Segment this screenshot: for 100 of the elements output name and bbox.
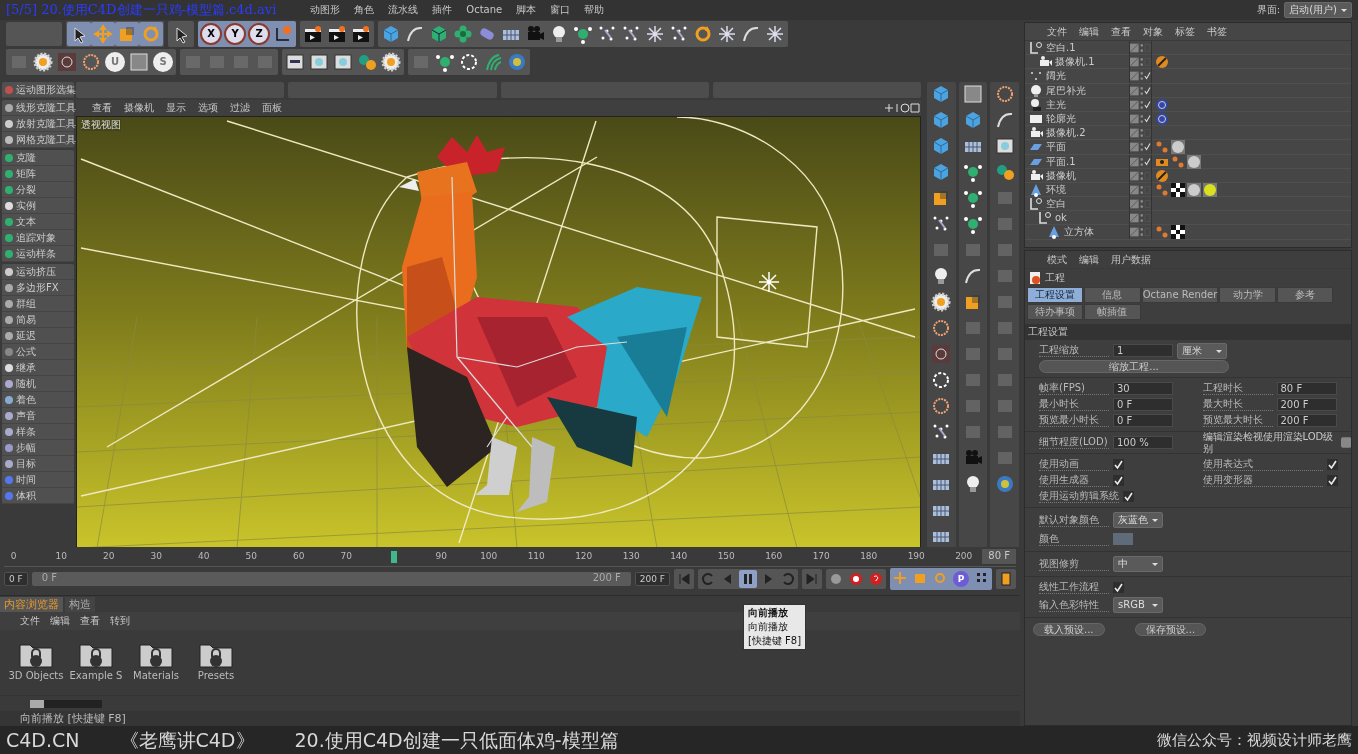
palette-tool[interactable]: 多边形FX xyxy=(2,280,74,296)
pause-icon[interactable] xyxy=(739,570,757,588)
number-field[interactable]: 30 xyxy=(1113,382,1173,395)
visibility-dots-icon[interactable] xyxy=(1139,85,1144,96)
object-row[interactable]: 主光 xyxy=(1025,97,1129,112)
autokey-icon[interactable] xyxy=(867,570,885,588)
object-row[interactable]: 立方体 xyxy=(1025,225,1129,240)
visibility-dots-icon[interactable] xyxy=(1139,227,1144,238)
axis-lock-button[interactable]: X xyxy=(200,23,222,45)
palette-tool[interactable]: 着色 xyxy=(2,392,74,408)
visibility-dots-icon[interactable] xyxy=(1139,142,1144,153)
library-folder[interactable]: Example S xyxy=(68,640,124,685)
unit-dropdown[interactable]: 厘米 xyxy=(1177,342,1227,359)
object-row[interactable]: 尾巴补光 xyxy=(1025,83,1129,98)
checkbox[interactable] xyxy=(1113,475,1124,486)
enabled-check-icon[interactable] xyxy=(1144,99,1151,110)
object-row[interactable]: 摄像机 xyxy=(1025,168,1129,183)
browser-menu-item[interactable]: 转到 xyxy=(110,615,130,627)
attribute-tab[interactable]: 信息 xyxy=(1084,287,1141,303)
browser-menu-item[interactable]: 编辑 xyxy=(50,615,70,627)
visibility-dots-icon[interactable] xyxy=(1139,71,1144,82)
menu-item[interactable]: 角色 xyxy=(354,4,375,16)
layer-icon[interactable] xyxy=(1130,227,1139,238)
number-field[interactable]: 0 F xyxy=(1113,414,1173,427)
color-swatch[interactable] xyxy=(1113,533,1133,545)
phong-tag-icon[interactable] xyxy=(1171,154,1185,169)
object-row[interactable]: 空白.1 xyxy=(1025,41,1129,55)
palette-tool[interactable]: 运动挤压 xyxy=(2,264,74,280)
menu-item[interactable]: 窗口 xyxy=(550,4,571,16)
palette-tool[interactable]: 群组 xyxy=(2,296,74,312)
manager-menu-item[interactable]: 编辑 xyxy=(1079,25,1099,38)
viewport-menu-item[interactable]: 选项 xyxy=(198,102,218,114)
palette-tool[interactable]: 运动样条 xyxy=(2,246,74,262)
palette-tool[interactable]: 线形克隆工具 xyxy=(2,100,74,116)
checkbox[interactable] xyxy=(1326,459,1338,470)
checkbox[interactable] xyxy=(1113,582,1124,593)
axis-lock-button[interactable]: Y xyxy=(224,23,246,45)
menu-item[interactable]: 动图形 xyxy=(310,4,341,16)
visibility-dots-icon[interactable] xyxy=(1139,43,1144,53)
protection-tag-icon[interactable] xyxy=(1155,55,1169,70)
object-row[interactable]: 摄像机.2 xyxy=(1025,126,1129,141)
layer-icon[interactable] xyxy=(1130,71,1139,82)
enabled-check-icon[interactable] xyxy=(1144,156,1151,167)
checker-tag-icon[interactable] xyxy=(1171,182,1185,197)
library-folder[interactable]: Materials xyxy=(128,640,184,685)
manager-menu-item[interactable]: 编辑 xyxy=(1079,253,1099,266)
manager-menu-item[interactable]: 模式 xyxy=(1047,253,1067,266)
attribute-tab[interactable]: Octane Render xyxy=(1141,287,1219,303)
number-field[interactable]: 100 % xyxy=(1113,436,1173,449)
menu-item[interactable]: Octane xyxy=(466,4,503,16)
visibility-dots-icon[interactable] xyxy=(1139,213,1144,224)
layout-dropdown[interactable]: 启动(用户) xyxy=(1284,2,1352,18)
object-row[interactable]: 平面.1 xyxy=(1025,154,1129,169)
panel-tab[interactable]: 构造 xyxy=(65,596,95,612)
gear-icon[interactable] xyxy=(379,50,403,74)
panel-tab[interactable]: 内容浏览器 xyxy=(0,596,63,612)
protection-tag-icon[interactable] xyxy=(1155,168,1169,183)
menu-item[interactable]: 脚本 xyxy=(516,4,537,16)
viewport-menu-item[interactable]: 面板 xyxy=(262,102,282,114)
menu-item[interactable]: 流水线 xyxy=(388,4,419,16)
object-row[interactable]: 轮廓光 xyxy=(1025,111,1129,126)
gear-icon[interactable] xyxy=(31,50,55,74)
layer-icon[interactable] xyxy=(1130,142,1139,153)
attribute-tab[interactable]: 帧插值 xyxy=(1084,304,1141,320)
object-row[interactable]: 环境 xyxy=(1025,182,1129,197)
layer-icon[interactable] xyxy=(1130,99,1139,110)
visibility-dots-icon[interactable] xyxy=(1139,57,1144,68)
object-row[interactable]: 摄像机.1 xyxy=(1025,55,1129,70)
browser-menu-item[interactable]: 查看 xyxy=(80,615,100,627)
viewport-menu-item[interactable]: 显示 xyxy=(166,102,186,114)
playhead[interactable] xyxy=(390,551,397,563)
palette-tool[interactable]: 步幅 xyxy=(2,440,74,456)
axis-lock-button[interactable]: Z xyxy=(248,23,270,45)
palette-tool[interactable]: 体积 xyxy=(2,488,74,504)
enabled-check-icon[interactable] xyxy=(1144,113,1151,124)
visibility-dots-icon[interactable] xyxy=(1139,113,1144,124)
attribute-tab[interactable]: 参考 xyxy=(1276,287,1333,303)
palette-tool[interactable]: 矩阵 xyxy=(2,166,74,182)
thumbnail-size-track[interactable] xyxy=(30,699,102,708)
palette-tool[interactable]: 克隆 xyxy=(2,150,74,166)
material-tag-icon[interactable] xyxy=(1171,140,1185,155)
enabled-check-icon[interactable] xyxy=(1144,142,1151,153)
mode-button[interactable]: U xyxy=(105,52,125,72)
palette-tool[interactable]: 追踪对象 xyxy=(2,230,74,246)
timeline-ruler[interactable]: 0 10 20 30 40 50 60 70 90 100 110 120 130 140 150 160 170 180 190 200 xyxy=(4,549,979,566)
layer-icon[interactable] xyxy=(1130,57,1139,68)
view-clip-dropdown[interactable]: 中 xyxy=(1113,556,1163,572)
object-row[interactable]: 平面 xyxy=(1025,140,1129,155)
checkbox[interactable] xyxy=(1340,437,1351,448)
enabled-check-icon[interactable] xyxy=(1144,85,1151,96)
number-field[interactable]: 200 F xyxy=(1276,414,1337,427)
color-profile-dropdown[interactable]: sRGB xyxy=(1113,597,1163,613)
object-row[interactable]: 阔光 xyxy=(1025,69,1129,84)
manager-menu-item[interactable]: 书签 xyxy=(1207,25,1227,38)
number-field[interactable]: 1 xyxy=(1113,344,1173,357)
attribute-tab[interactable]: 待办事项 xyxy=(1027,304,1084,320)
number-field[interactable]: 0 F xyxy=(1113,398,1173,411)
palette-tool[interactable]: 放射克隆工具 xyxy=(2,116,74,132)
checker-tag-icon[interactable] xyxy=(1171,225,1185,240)
square-icon[interactable] xyxy=(127,50,151,74)
